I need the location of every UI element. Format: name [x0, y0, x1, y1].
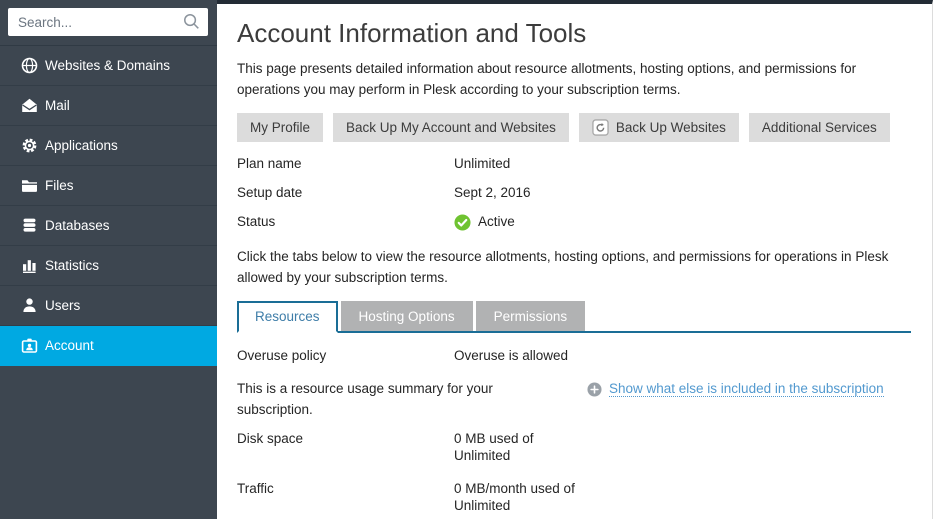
overuse-policy-label: Overuse policy	[237, 348, 454, 365]
sidebar-item-label: Account	[45, 338, 94, 353]
gear-icon	[21, 137, 38, 154]
page-description: This page presents detailed information …	[237, 59, 897, 101]
sidebar-item-label: Applications	[45, 138, 118, 153]
overuse-policy-row: Overuse policy Overuse is allowed	[237, 337, 911, 371]
folder-icon	[21, 177, 38, 194]
user-icon	[21, 297, 38, 314]
backup-account-websites-button[interactable]: Back Up My Account and Websites	[333, 113, 569, 142]
plesk-app: Websites & Domains Mail Applications Fil…	[0, 0, 933, 519]
disk-space-value: 0 MB used of Unlimited	[454, 431, 579, 465]
traffic-value: 0 MB/month used of Unlimited	[454, 481, 579, 515]
status-label: Status	[237, 214, 454, 231]
database-icon	[21, 217, 38, 234]
status-row: Status Active	[237, 208, 911, 237]
backup-websites-button[interactable]: Back Up Websites	[579, 113, 739, 142]
toolbar: My Profile Back Up My Account and Websit…	[237, 113, 911, 142]
check-circle-icon	[454, 214, 471, 231]
setup-date-value: Sept 2, 2016	[454, 185, 531, 202]
resource-summary-row: This is a resource usage summary for you…	[237, 379, 911, 421]
disk-space-row: Disk space 0 MB used of Unlimited	[237, 425, 911, 471]
my-profile-button[interactable]: My Profile	[237, 113, 323, 142]
disk-space-label: Disk space	[237, 431, 454, 465]
plan-name-row: Plan name Unlimited	[237, 150, 911, 179]
tabs-intro: Click the tabs below to view the resourc…	[237, 247, 911, 289]
sidebar-item-applications[interactable]: Applications	[0, 126, 217, 166]
id-card-icon	[21, 337, 38, 354]
main-content: Account Information and Tools This page …	[217, 0, 933, 519]
tab-resources[interactable]: Resources	[237, 301, 338, 333]
page-title: Account Information and Tools	[237, 18, 911, 49]
plus-circle-icon[interactable]	[587, 382, 602, 397]
mail-icon	[21, 97, 38, 114]
sidebar-item-label: Mail	[45, 98, 70, 113]
sidebar-item-websites-domains[interactable]: Websites & Domains	[0, 46, 217, 86]
tab-bar: Resources Hosting Options Permissions	[237, 301, 911, 333]
setup-date-row: Setup date Sept 2, 2016	[237, 179, 911, 208]
sidebar-item-label: Statistics	[45, 258, 99, 273]
show-subscription-link[interactable]: Show what else is included in the subscr…	[609, 381, 884, 397]
sidebar-item-label: Files	[45, 178, 74, 193]
search-box	[0, 0, 217, 46]
bar-chart-icon	[21, 257, 38, 274]
sidebar-item-files[interactable]: Files	[0, 166, 217, 206]
globe-icon	[21, 57, 38, 74]
sidebar-item-mail[interactable]: Mail	[0, 86, 217, 126]
sidebar-item-label: Websites & Domains	[45, 58, 170, 73]
sidebar: Websites & Domains Mail Applications Fil…	[0, 0, 217, 519]
backup-icon	[592, 119, 609, 136]
additional-services-button[interactable]: Additional Services	[749, 113, 890, 142]
traffic-label: Traffic	[237, 481, 454, 515]
sidebar-item-label: Users	[45, 298, 80, 313]
setup-date-label: Setup date	[237, 185, 454, 202]
sidebar-item-account[interactable]: Account	[0, 326, 217, 366]
traffic-row: Traffic 0 MB/month used of Unlimited	[237, 471, 911, 519]
backup-websites-button-label: Back Up Websites	[616, 120, 726, 135]
overuse-policy-value: Overuse is allowed	[454, 348, 568, 365]
sidebar-item-statistics[interactable]: Statistics	[0, 246, 217, 286]
magnifier-icon[interactable]	[183, 13, 200, 30]
status-value: Active	[478, 214, 515, 231]
tab-permissions[interactable]: Permissions	[476, 301, 586, 331]
search-input[interactable]	[8, 8, 208, 36]
resources-tab-content: Overuse policy Overuse is allowed This i…	[237, 333, 911, 519]
plan-name-label: Plan name	[237, 156, 454, 173]
plan-info: Plan name Unlimited Setup date Sept 2, 2…	[237, 150, 911, 237]
sidebar-item-users[interactable]: Users	[0, 286, 217, 326]
sidebar-nav: Websites & Domains Mail Applications Fil…	[0, 46, 217, 366]
show-subscription-link-wrap[interactable]: Show what else is included in the subscr…	[587, 379, 884, 397]
plan-name-value: Unlimited	[454, 156, 510, 173]
resource-summary-text: This is a resource usage summary for you…	[237, 379, 567, 421]
sidebar-item-databases[interactable]: Databases	[0, 206, 217, 246]
tab-hosting-options[interactable]: Hosting Options	[341, 301, 473, 331]
sidebar-item-label: Databases	[45, 218, 110, 233]
